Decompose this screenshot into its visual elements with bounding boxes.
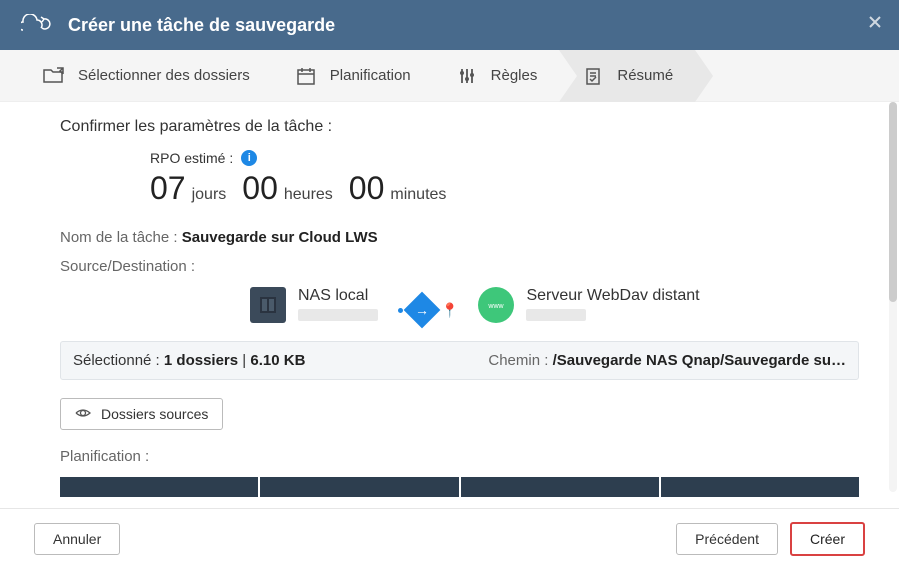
step-label: Règles [491,67,538,84]
table-col [661,477,859,497]
svg-text:www: www [488,303,505,310]
selected-folders: 1 dossiers [164,352,238,369]
step-label: Sélectionner des dossiers [78,67,250,84]
dialog-title: Créer une tâche de sauvegarde [68,15,335,36]
task-name-value: Sauvegarde sur Cloud LWS [182,229,378,246]
path-value: /Sauvegarde NAS Qnap/Sauvegarde su… [553,352,846,369]
selection-summary: Sélectionné : 1 dossiers | 6.10 KB Chemi… [60,341,859,380]
dest-item: www Serveur WebDav distant [478,287,699,323]
confirm-heading: Confirmer les paramètres de la tâche : [60,118,859,136]
pin-icon: 📍 [441,302,458,319]
rpo-hours-unit: heures [284,186,333,204]
planning-label: Planification : [60,448,859,465]
previous-button[interactable]: Précédent [676,523,778,555]
step-rules[interactable]: Règles [433,50,560,102]
sliders-icon [455,64,479,88]
direction-arrow: → 📍 [398,297,458,323]
task-name-row: Nom de la tâche : Sauvegarde sur Cloud L… [60,229,859,246]
info-icon[interactable]: i [241,150,257,166]
dialog-footer: Annuler Précédent Créer [0,508,899,568]
content-area: Confirmer les paramètres de la tâche : R… [0,102,899,508]
nas-icon [250,287,286,323]
close-button[interactable] [865,12,885,32]
selection-left: Sélectionné : 1 dossiers | 6.10 KB [73,352,305,369]
summary-icon [581,64,605,88]
step-label: Planification [330,67,411,84]
rpo-label: RPO estimé : [150,150,233,166]
step-label: Résumé [617,67,673,84]
source-sub-placeholder [298,309,378,321]
schedule-table-header [60,477,859,497]
cancel-button[interactable]: Annuler [34,523,120,555]
rpo-values: 07 jours 00 heures 00 minutes [150,170,859,207]
table-col [461,477,659,497]
folder-select-icon [42,64,66,88]
rpo-hours: 00 [242,170,278,207]
selected-label: Sélectionné : [73,352,164,369]
step-select-folders[interactable]: Sélectionner des dossiers [20,50,272,102]
source-name: NAS local [298,287,378,305]
dest-sub-placeholder [526,309,586,321]
source-folders-button[interactable]: Dossiers sources [60,398,223,430]
dot-icon [398,308,403,313]
rpo-days: 07 [150,170,186,207]
source-item: NAS local [250,287,378,323]
wizard-steps: Sélectionner des dossiers Planification … [0,50,899,102]
content-scrollbar[interactable] [889,102,897,492]
backup-icon [20,13,52,37]
arrow-icon: → [404,292,441,329]
dialog-header: Créer une tâche de sauvegarde [0,0,899,50]
table-col [60,477,258,497]
rpo-days-unit: jours [192,186,227,204]
source-dest-row: NAS local → 📍 www Serveur WebDav distant [250,287,859,323]
step-planning[interactable]: Planification [272,50,433,102]
table-col [260,477,458,497]
selection-right: Chemin : /Sauvegarde NAS Qnap/Sauvegarde… [488,352,846,369]
step-summary[interactable]: Résumé [559,50,695,102]
rpo-minutes-unit: minutes [390,186,446,204]
webdav-icon: www [478,287,514,323]
selected-size: 6.10 KB [250,352,305,369]
eye-icon [75,406,91,422]
task-name-label: Nom de la tâche : [60,229,178,246]
source-dest-label: Source/Destination : [60,258,859,275]
create-button[interactable]: Créer [790,522,865,556]
rpo-minutes: 00 [349,170,385,207]
calendar-icon [294,64,318,88]
source-folders-label: Dossiers sources [101,406,208,422]
path-label: Chemin : [488,352,552,369]
dest-name: Serveur WebDav distant [526,287,699,305]
